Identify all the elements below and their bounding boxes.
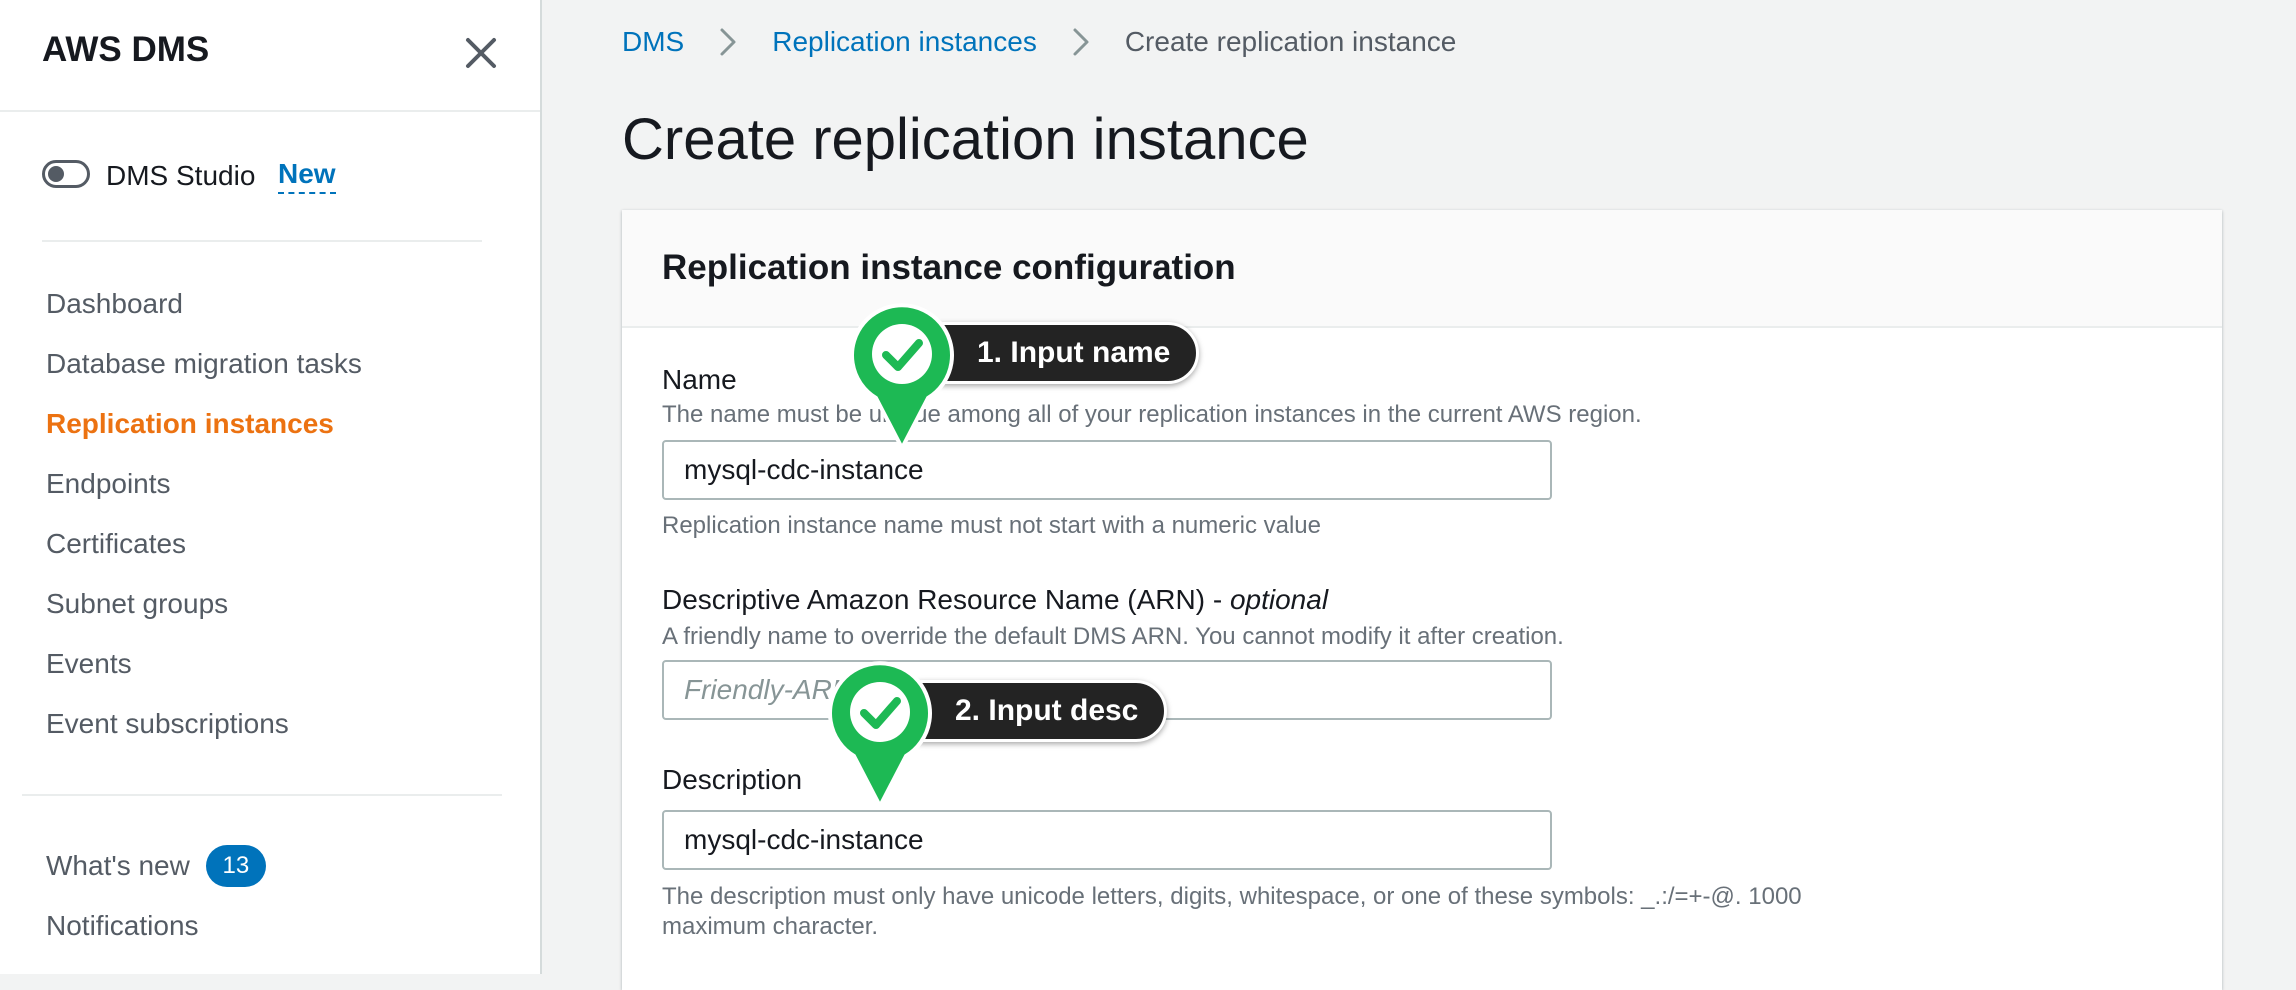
sidebar-item-notifications[interactable]: Notifications — [46, 906, 266, 966]
sidebar-item-whats-new[interactable]: What's new 13 — [46, 844, 266, 906]
name-input[interactable]: mysql-cdc-instance — [662, 440, 1552, 500]
sidebar: AWS DMS DMS Studio New Dashboard Databas… — [0, 0, 542, 974]
name-constraint-text: Replication instance name must not start… — [662, 512, 1321, 539]
breadcrumb-current: Create replication instance — [1124, 26, 1457, 57]
dms-studio-toggle-row: DMS Studio New — [42, 156, 442, 196]
sidebar-item-events[interactable]: Events — [46, 644, 362, 704]
arn-label-optional: optional — [1229, 584, 1329, 615]
dms-studio-label: DMS Studio — [106, 160, 256, 191]
chevron-right-icon — [1073, 28, 1089, 56]
new-badge-link[interactable]: New — [278, 158, 336, 194]
sidebar-nav: Dashboard Database migration tasks Repli… — [46, 284, 362, 764]
sidebar-title: AWS DMS — [42, 30, 210, 69]
sidebar-item-database-migration-tasks[interactable]: Database migration tasks — [46, 344, 362, 404]
arn-label-text: Descriptive Amazon Resource Name (ARN) - — [662, 584, 1230, 615]
chevron-right-icon — [720, 28, 736, 56]
sidebar-item-event-subscriptions[interactable]: Event subscriptions — [46, 704, 362, 764]
dms-studio-toggle[interactable] — [42, 160, 90, 188]
whats-new-label: What's new — [46, 850, 190, 881]
panel-title: Replication instance configuration — [662, 248, 1236, 287]
page-title: Create replication instance — [622, 107, 1309, 172]
check-icon — [828, 661, 932, 808]
sidebar-item-dashboard[interactable]: Dashboard — [46, 284, 362, 344]
name-description: The name must be unique among all of you… — [662, 401, 1642, 428]
breadcrumb-dms[interactable]: DMS — [622, 26, 684, 58]
sidebar-item-replication-instances[interactable]: Replication instances — [46, 404, 362, 464]
arn-label: Descriptive Amazon Resource Name (ARN) -… — [662, 584, 1328, 616]
arn-description: A friendly name to override the default … — [662, 623, 1564, 650]
description-constraint-text: The description must only have unicode l… — [662, 883, 1802, 940]
description-label: Description — [662, 764, 803, 795]
sidebar-nav-secondary: What's new 13 Notifications — [46, 844, 266, 966]
whats-new-count-badge: 13 — [205, 844, 266, 887]
breadcrumb-replication-instances[interactable]: Replication instances — [772, 26, 1037, 58]
sidebar-item-endpoints[interactable]: Endpoints — [46, 464, 362, 524]
check-icon — [850, 303, 954, 450]
close-icon[interactable] — [460, 32, 502, 74]
description-input[interactable]: mysql-cdc-instance — [662, 810, 1552, 870]
sidebar-divider — [22, 794, 502, 796]
name-label: Name — [662, 364, 737, 395]
breadcrumb: DMS Replication instances Create replica… — [622, 22, 1456, 62]
sidebar-item-certificates[interactable]: Certificates — [46, 524, 362, 584]
sidebar-header: AWS DMS — [0, 0, 540, 112]
sidebar-divider — [42, 240, 482, 242]
sidebar-item-subnet-groups[interactable]: Subnet groups — [46, 584, 362, 644]
